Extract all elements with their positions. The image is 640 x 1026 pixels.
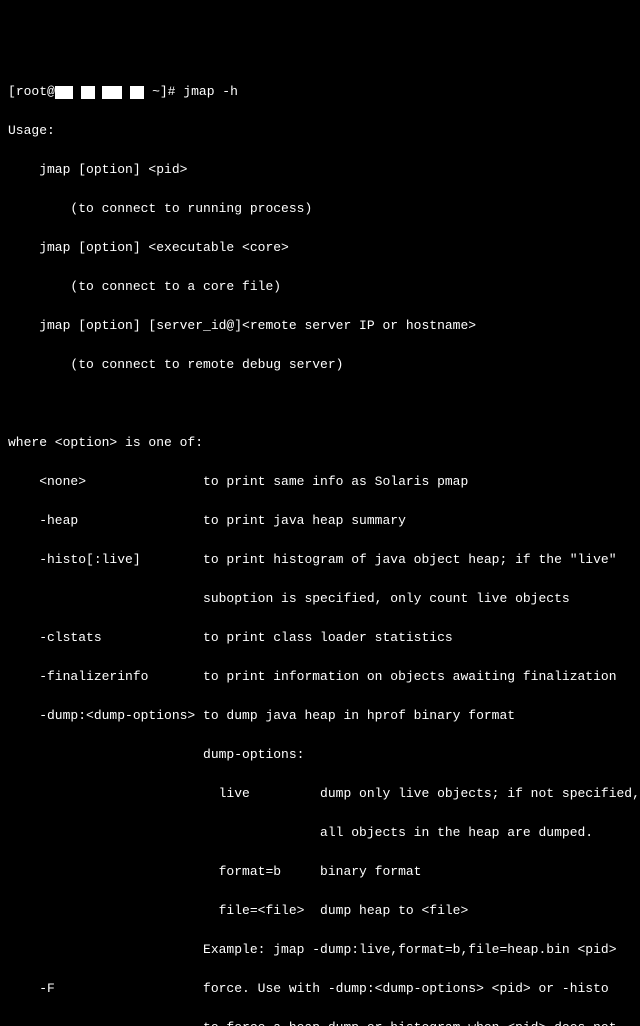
prompt-user: root: [16, 84, 47, 99]
usage-line: jmap [option] [server_id@]<remote server…: [8, 316, 632, 336]
usage-header: Usage:: [8, 121, 632, 141]
option-line: format=b binary format: [8, 862, 632, 882]
usage-line: (to connect to a core file): [8, 277, 632, 297]
option-line: -F force. Use with -dump:<dump-options> …: [8, 979, 632, 999]
option-line: live dump only live objects; if not spec…: [8, 784, 632, 804]
blank-line: [8, 394, 632, 414]
option-line: dump-options:: [8, 745, 632, 765]
usage-line: (to connect to remote debug server): [8, 355, 632, 375]
prompt-tail: ~]#: [144, 84, 183, 99]
option-line: file=<file> dump heap to <file>: [8, 901, 632, 921]
where-header: where <option> is one of:: [8, 433, 632, 453]
redacted-host-2: [81, 86, 95, 99]
usage-line: (to connect to running process): [8, 199, 632, 219]
command-text: jmap -h: [183, 84, 238, 99]
prompt-at: @: [47, 84, 55, 99]
redacted-host-1: [55, 86, 73, 99]
option-line: suboption is specified, only count live …: [8, 589, 632, 609]
option-line: -clstats to print class loader statistic…: [8, 628, 632, 648]
option-line: -dump:<dump-options> to dump java heap i…: [8, 706, 632, 726]
redacted-host-3: [102, 86, 122, 99]
option-line: Example: jmap -dump:live,format=b,file=h…: [8, 940, 632, 960]
option-line: -finalizerinfo to print information on o…: [8, 667, 632, 687]
option-line: -histo[:live] to print histogram of java…: [8, 550, 632, 570]
option-line: to force a heap dump or histogram when <…: [8, 1018, 632, 1026]
option-line: <none> to print same info as Solaris pma…: [8, 472, 632, 492]
option-line: -heap to print java heap summary: [8, 511, 632, 531]
redacted-host-4: [130, 86, 144, 99]
option-line: all objects in the heap are dumped.: [8, 823, 632, 843]
usage-line: jmap [option] <executable <core>: [8, 238, 632, 258]
usage-line: jmap [option] <pid>: [8, 160, 632, 180]
prompt-line: [root@ ~]# jmap -h: [8, 82, 632, 102]
